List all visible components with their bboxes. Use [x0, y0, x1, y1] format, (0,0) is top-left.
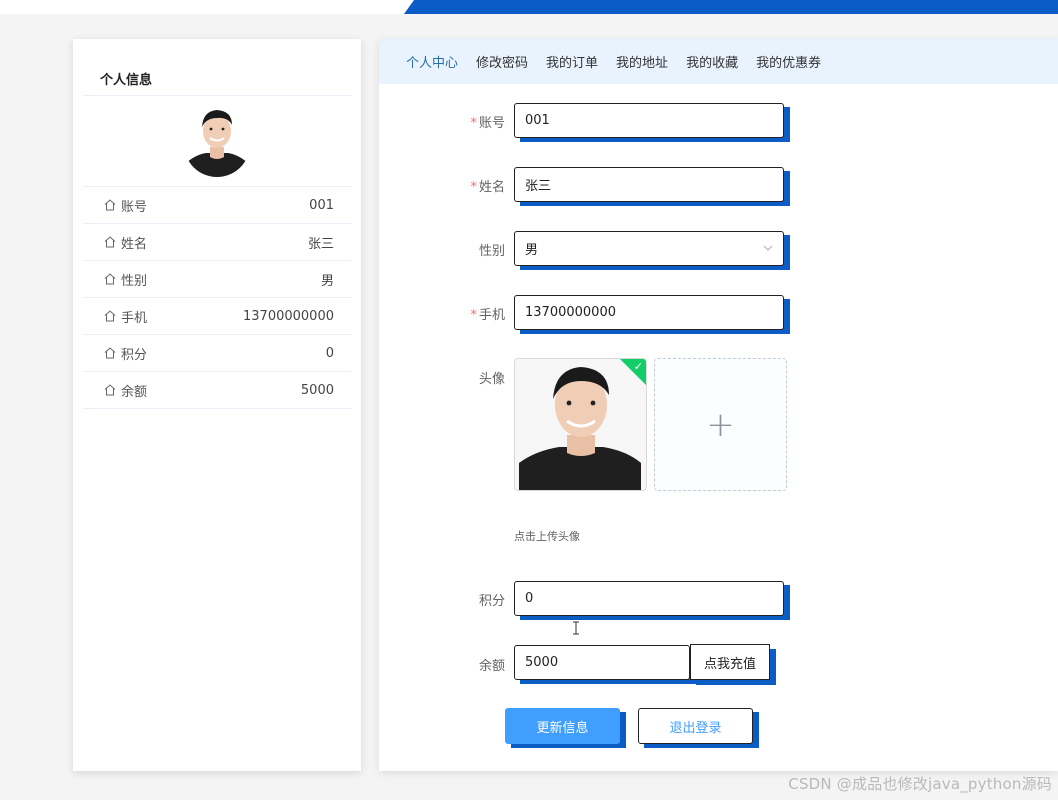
home-icon [104, 199, 116, 211]
points-label: 积分 [478, 594, 505, 609]
tab-my-orders[interactable]: 我的订单 [546, 52, 598, 71]
info-value-gender: 男 [320, 273, 334, 289]
balance-input[interactable] [514, 645, 690, 680]
tab-my-address[interactable]: 我的地址 [616, 52, 668, 71]
profile-info-list: 账号 001 姓名 张三 性别 男 手机 13700000000 积分 0 余额… [83, 186, 351, 409]
tab-bar: 个人中心 修改密码 我的订单 我的地址 我的收藏 我的优惠券 [379, 39, 1058, 84]
home-icon [104, 384, 116, 396]
check-icon: ✓ [633, 360, 643, 373]
plus-icon: + [706, 404, 735, 445]
uploaded-avatar[interactable]: ✓ [514, 358, 647, 491]
name-label: * 姓名 [470, 180, 505, 195]
info-row-phone: 手机 13700000000 [83, 298, 351, 335]
phone-label: * 手机 [470, 308, 505, 323]
avatar-upload-button[interactable]: + [654, 358, 787, 491]
top-bar-accent [404, 0, 1058, 14]
phone-input[interactable] [514, 295, 784, 330]
chevron-down-icon [763, 245, 773, 251]
divider [83, 95, 351, 96]
gender-label: 性别 [478, 244, 505, 259]
info-value-account: 001 [309, 197, 334, 213]
avatar-label: 头像 [478, 372, 505, 387]
info-row-account: 账号 001 [83, 187, 351, 224]
logout-button[interactable]: 退出登录 [638, 708, 753, 744]
balance-label: 余额 [478, 659, 505, 674]
update-info-button[interactable]: 更新信息 [505, 708, 620, 744]
gender-select-value: 男 [525, 243, 539, 258]
info-label-balance: 余额 [121, 384, 148, 400]
info-value-points: 0 [325, 345, 334, 361]
info-value-phone: 13700000000 [243, 308, 334, 324]
avatar-image [184, 105, 250, 177]
profile-edit-card: 个人中心 修改密码 我的订单 我的地址 我的收藏 我的优惠券 *账号 *姓名 性… [379, 39, 1058, 771]
info-row-gender: 性别 男 [83, 261, 351, 298]
tab-personal-center[interactable]: 个人中心 [406, 52, 458, 71]
info-label-name: 姓名 [121, 236, 148, 252]
account-label: * 账号 [470, 116, 505, 131]
info-row-balance: 余额 5000 [83, 372, 351, 409]
avatar-upload-tip: 点击上传头像 [514, 530, 580, 543]
avatar [184, 105, 250, 177]
profile-summary-title: 个人信息 [100, 73, 153, 88]
info-value-balance: 5000 [300, 382, 334, 398]
tab-my-favorites[interactable]: 我的收藏 [686, 52, 738, 71]
info-label-gender: 性别 [121, 273, 148, 289]
info-label-phone: 手机 [121, 310, 148, 326]
points-input[interactable] [514, 581, 784, 616]
home-icon [104, 347, 116, 359]
text-cursor-icon [573, 621, 579, 635]
info-label-account: 账号 [121, 199, 148, 215]
account-input[interactable] [514, 103, 784, 138]
gender-select[interactable]: 男 [514, 231, 784, 266]
recharge-button[interactable]: 点我充值 [690, 644, 770, 680]
home-icon [104, 310, 116, 322]
info-label-points: 积分 [121, 347, 148, 363]
name-input[interactable] [514, 167, 784, 202]
home-icon [104, 273, 116, 285]
info-value-name: 张三 [307, 236, 334, 252]
watermark: CSDN @成品也修改java_python源码 [788, 775, 1052, 793]
home-icon [104, 236, 116, 248]
tab-my-coupons[interactable]: 我的优惠券 [756, 52, 821, 71]
info-row-name: 姓名 张三 [83, 224, 351, 261]
info-row-points: 积分 0 [83, 335, 351, 372]
tab-change-password[interactable]: 修改密码 [476, 52, 528, 71]
profile-summary-card: 个人信息 账号 001 姓名 张三 性别 男 手机 13700000000 积分… [73, 39, 361, 771]
